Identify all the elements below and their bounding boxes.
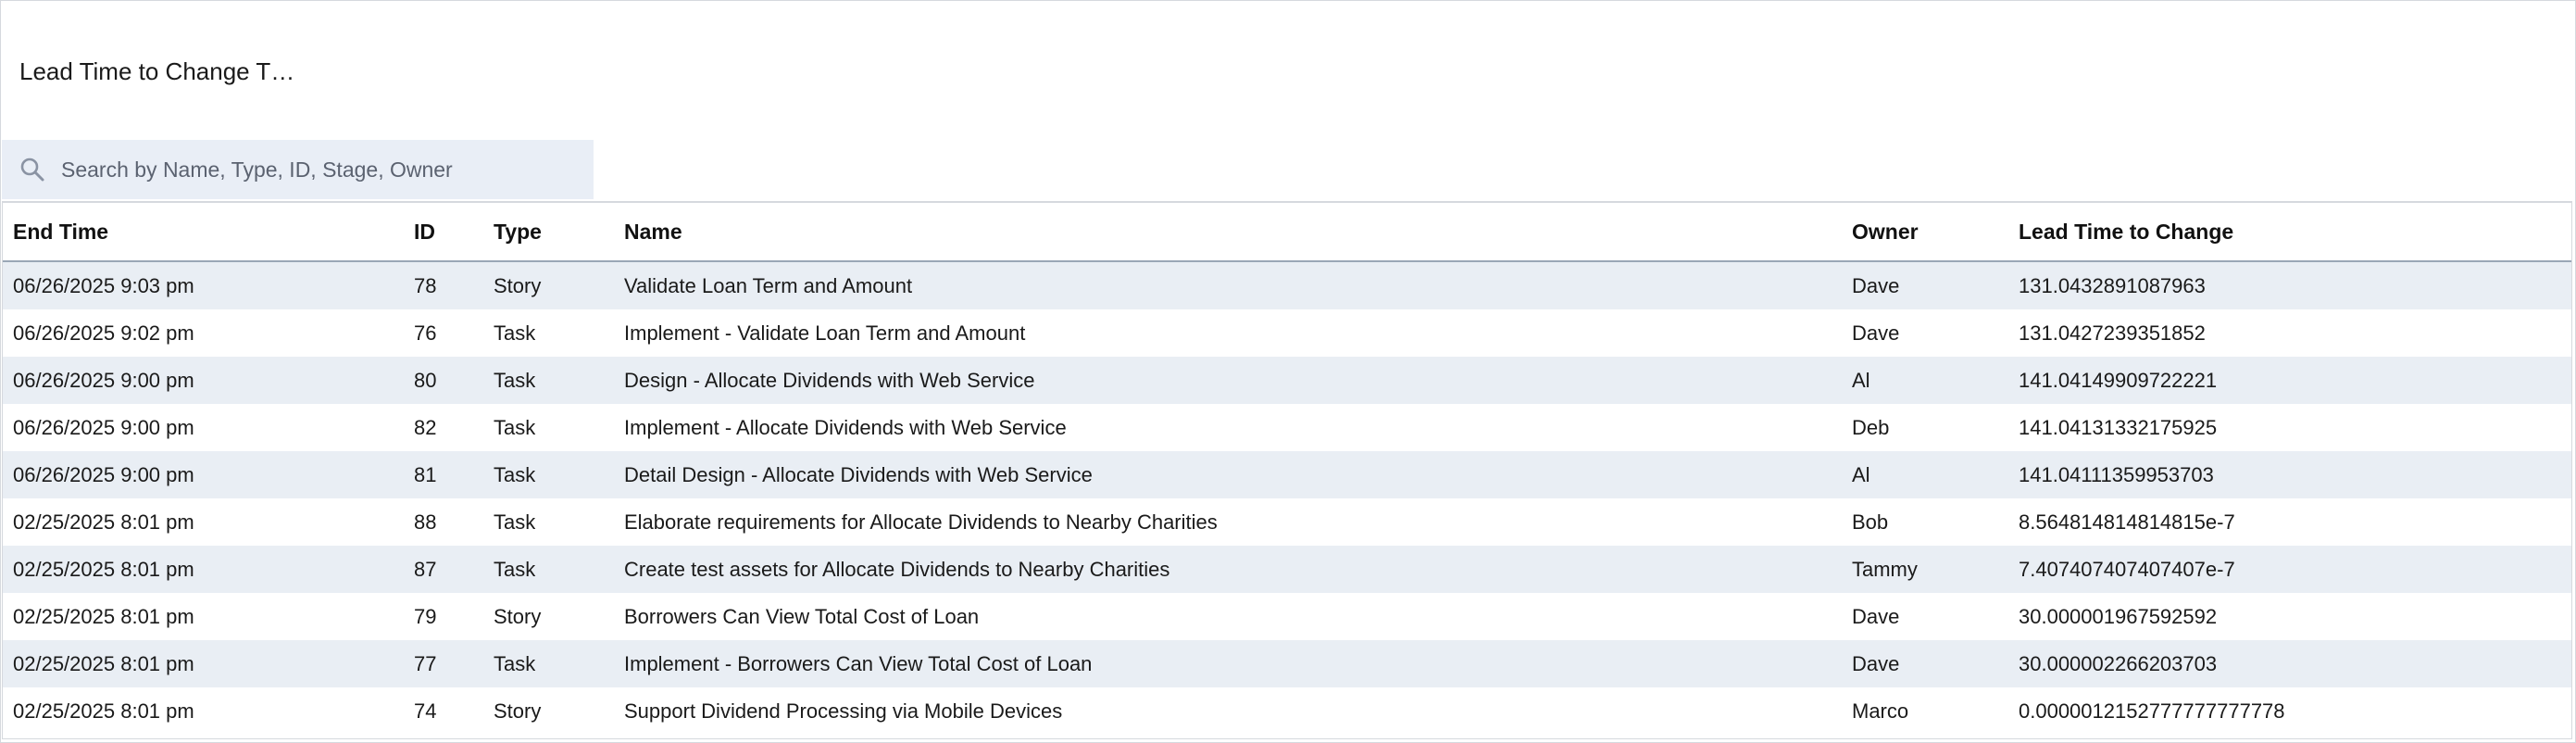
- cell-name: Validate Loan Term and Amount: [614, 261, 1842, 309]
- cell-end-time: 06/26/2025 9:00 pm: [3, 357, 404, 404]
- cell-owner: Bob: [1842, 498, 2008, 546]
- cell-end-time: 02/25/2025 8:01 pm: [3, 593, 404, 640]
- cell-owner: Al: [1842, 357, 2008, 404]
- cell-id: 81: [404, 451, 483, 498]
- cell-id: 77: [404, 640, 483, 687]
- cell-lead-time: 0.0000012152777777777778: [2008, 687, 2571, 735]
- cell-name: Implement - Allocate Dividends with Web …: [614, 404, 1842, 451]
- cell-name: Implement - Borrowers Can View Total Cos…: [614, 640, 1842, 687]
- cell-id: 82: [404, 404, 483, 451]
- cell-id: 79: [404, 593, 483, 640]
- cell-owner: Dave: [1842, 593, 2008, 640]
- cell-id: 76: [404, 309, 483, 357]
- cell-type: Story: [483, 593, 614, 640]
- search-icon: [19, 156, 46, 183]
- cell-type: Task: [483, 640, 614, 687]
- cell-type: Story: [483, 687, 614, 735]
- cell-id: 80: [404, 357, 483, 404]
- cell-id: 78: [404, 261, 483, 309]
- cell-id: 74: [404, 687, 483, 735]
- cell-owner: Tammy: [1842, 546, 2008, 593]
- cell-name: Detail Design - Allocate Dividends with …: [614, 451, 1842, 498]
- cell-end-time: 06/26/2025 9:00 pm: [3, 451, 404, 498]
- column-header-lead-time[interactable]: Lead Time to Change: [2008, 203, 2571, 262]
- table-row[interactable]: 02/25/2025 8:01 pm 74 Story Support Dividen…: [3, 687, 2571, 735]
- table-row[interactable]: 02/25/2025 8:01 pm 88 Task Elaborate requir…: [3, 498, 2571, 546]
- cell-end-time: 06/26/2025 9:00 pm: [3, 404, 404, 451]
- cell-name: Design - Allocate Dividends with Web Ser…: [614, 357, 1842, 404]
- table-row[interactable]: 02/25/2025 8:01 pm 77 Task Implement - Borr…: [3, 640, 2571, 687]
- cell-id: 87: [404, 546, 483, 593]
- column-header-name[interactable]: Name: [614, 203, 1842, 262]
- cell-end-time: 02/25/2025 8:01 pm: [3, 640, 404, 687]
- results-table: End Time ID Type Name Owner Lead Time to…: [2, 201, 2572, 739]
- column-header-id[interactable]: ID: [404, 203, 483, 262]
- cell-name: Borrowers Can View Total Cost of Loan: [614, 593, 1842, 640]
- table-row[interactable]: 02/25/2025 8:01 pm 79 Story Borrowers Can V…: [3, 593, 2571, 640]
- cell-type: Task: [483, 404, 614, 451]
- cell-lead-time: 131.0432891087963: [2008, 261, 2571, 309]
- table-header-row: End Time ID Type Name Owner Lead Time to…: [3, 203, 2571, 262]
- cell-name: Elaborate requirements for Allocate Divi…: [614, 498, 1842, 546]
- table-row[interactable]: 06/26/2025 9:00 pm 81 Task Detail Design - …: [3, 451, 2571, 498]
- widget-panel: Lead Time to Change T… End Time I: [0, 0, 2576, 743]
- table-row[interactable]: 06/26/2025 9:00 pm 82 Task Implement - Allo…: [3, 404, 2571, 451]
- table-row[interactable]: 06/26/2025 9:02 pm 76 Task Implement - Vali…: [3, 309, 2571, 357]
- cell-name: Support Dividend Processing via Mobile D…: [614, 687, 1842, 735]
- cell-lead-time: 7.407407407407407e-7: [2008, 546, 2571, 593]
- table-row[interactable]: 02/25/2025 8:01 pm 87 Task Create test asse…: [3, 546, 2571, 593]
- cell-lead-time: 30.000001967592592: [2008, 593, 2571, 640]
- cell-end-time: 02/25/2025 8:01 pm: [3, 546, 404, 593]
- cell-lead-time: 30.000002266203703: [2008, 640, 2571, 687]
- cell-owner: Al: [1842, 451, 2008, 498]
- table-row[interactable]: 06/26/2025 9:03 pm 78 Story Validate Loan T…: [3, 261, 2571, 309]
- search-input[interactable]: [61, 151, 580, 188]
- cell-lead-time: 131.0427239351852: [2008, 309, 2571, 357]
- cell-name: Implement - Validate Loan Term and Amoun…: [614, 309, 1842, 357]
- column-header-type[interactable]: Type: [483, 203, 614, 262]
- cell-owner: Dave: [1842, 640, 2008, 687]
- cell-end-time: 06/26/2025 9:03 pm: [3, 261, 404, 309]
- cell-owner: Deb: [1842, 404, 2008, 451]
- cell-lead-time: 141.04111359953703: [2008, 451, 2571, 498]
- widget-title: Lead Time to Change T…: [19, 57, 295, 85]
- cell-type: Task: [483, 309, 614, 357]
- cell-lead-time: 141.04149909722221: [2008, 357, 2571, 404]
- column-header-end-time[interactable]: End Time: [3, 203, 404, 262]
- cell-id: 88: [404, 498, 483, 546]
- cell-name: Create test assets for Allocate Dividend…: [614, 546, 1842, 593]
- cell-end-time: 02/25/2025 8:01 pm: [3, 498, 404, 546]
- cell-type: Story: [483, 261, 614, 309]
- search-bar: [2, 140, 594, 199]
- cell-type: Task: [483, 546, 614, 593]
- cell-owner: Dave: [1842, 309, 2008, 357]
- cell-owner: Dave: [1842, 261, 2008, 309]
- cell-type: Task: [483, 498, 614, 546]
- cell-end-time: 02/25/2025 8:01 pm: [3, 687, 404, 735]
- cell-type: Task: [483, 357, 614, 404]
- cell-lead-time: 141.04131332175925: [2008, 404, 2571, 451]
- column-header-owner[interactable]: Owner: [1842, 203, 2008, 262]
- cell-owner: Marco: [1842, 687, 2008, 735]
- table-row[interactable]: 06/26/2025 9:00 pm 80 Task Design - Allocat…: [3, 357, 2571, 404]
- cell-end-time: 06/26/2025 9:02 pm: [3, 309, 404, 357]
- cell-type: Task: [483, 451, 614, 498]
- cell-lead-time: 8.564814814814815e-7: [2008, 498, 2571, 546]
